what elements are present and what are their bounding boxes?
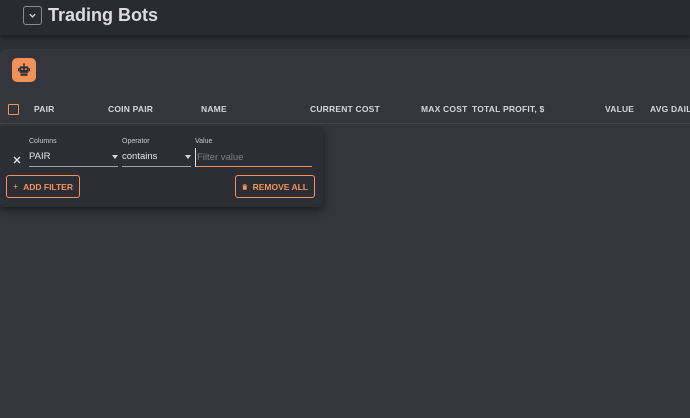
remove-all-label: REMOVE ALL [252, 181, 308, 192]
caret-down-icon [185, 155, 191, 159]
operator-select-value: contains [122, 151, 158, 162]
chevron-down-icon [29, 13, 36, 18]
columns-label: Columns [29, 138, 57, 145]
value-label: Value [195, 138, 213, 145]
table-header-row: PAIR COIN PAIR NAME CURRENT COST MAX COS… [0, 96, 690, 124]
robot-icon [18, 63, 30, 76]
column-header-total-profit[interactable]: TOTAL PROFIT, $ [472, 104, 544, 114]
column-header-current-cost[interactable]: CURRENT COST [310, 104, 380, 114]
operator-label: Operator [122, 138, 150, 145]
caret-down-icon [112, 155, 118, 159]
trash-icon [242, 183, 248, 190]
filter-panel: Columns Operator Value PAIR contains ADD… [0, 127, 323, 207]
column-header-pair[interactable]: PAIR [34, 104, 54, 114]
select-all-checkbox[interactable] [8, 104, 19, 115]
add-filter-label: ADD FILTER [23, 181, 73, 192]
column-header-avg-daily[interactable]: AVG DAILY [650, 104, 690, 114]
top-bar: Trading Bots [0, 0, 690, 36]
close-icon[interactable] [12, 152, 22, 164]
bot-button[interactable] [12, 58, 36, 82]
operator-select[interactable]: contains [122, 147, 191, 167]
column-header-max-cost[interactable]: MAX COST [421, 104, 467, 114]
collapse-button[interactable] [23, 6, 42, 25]
page-title: Trading Bots [48, 5, 159, 25]
column-select[interactable]: PAIR [29, 147, 118, 167]
filter-value-input[interactable] [195, 148, 312, 167]
filter-value-field [195, 147, 312, 167]
add-filter-button[interactable]: ADD FILTER [6, 175, 80, 198]
column-header-value[interactable]: VALUE [605, 104, 634, 114]
column-header-coin-pair[interactable]: COIN PAIR [108, 104, 153, 114]
plus-icon [13, 184, 18, 189]
remove-all-button[interactable]: REMOVE ALL [235, 175, 315, 198]
column-select-value: PAIR [29, 151, 51, 162]
column-header-name[interactable]: NAME [201, 104, 227, 114]
